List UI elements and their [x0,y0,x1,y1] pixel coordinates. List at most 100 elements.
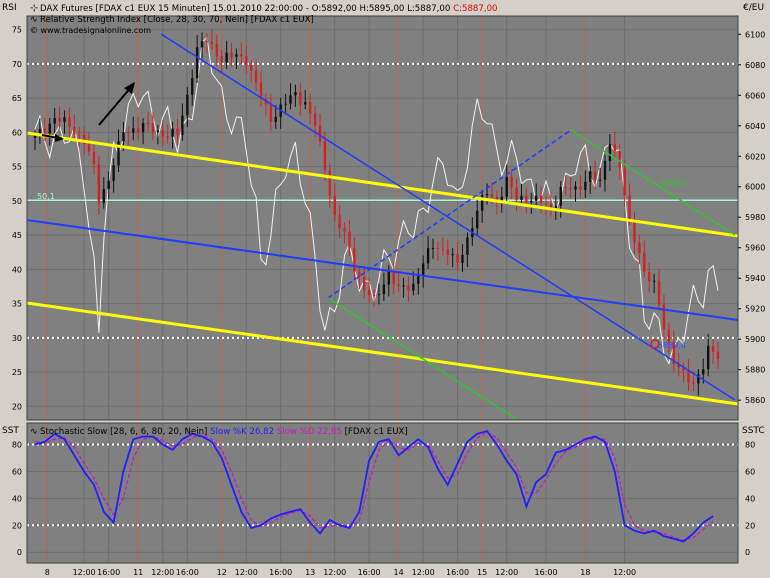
candle-body [407,285,410,291]
candle-body [304,102,307,105]
candle-body [294,92,297,96]
price-axis-title: €/EU [743,3,764,13]
candle-body [63,117,66,122]
candle-body [652,280,656,282]
candle-body [191,78,194,95]
candle-body [598,179,602,181]
x-tick-label: 11 [133,568,143,577]
x-tick-label: 16:00 [97,568,120,577]
candle-body [230,52,233,57]
candle-body [220,56,223,63]
price-label: 5889,4 [658,341,686,350]
stochastic-legend: Stochastic Slow [28, 6, 6, 80, 20, Nein]… [40,427,408,437]
price-tick-label: 6000 [745,183,765,192]
stochastic-tick-label-left: 60 [12,467,22,476]
candle-body [107,180,110,190]
close-value: C:5887,00 [453,4,497,14]
candle-body [574,186,577,190]
candle-body [569,188,572,190]
slow-d-legend: Slow %D 22,85 [277,427,342,437]
candle-body [200,41,204,48]
candle-body [530,200,533,203]
candle-body [58,118,61,122]
candle-body [451,253,454,256]
rsi-tick-label: 70 [12,60,22,69]
candle-body [539,195,543,203]
x-tick-label: 14 [394,568,404,577]
green-line-label: 5998,5 [660,179,688,188]
stochastic-tick-label-left: 20 [12,521,22,530]
price-tick-label: 5940 [745,274,765,283]
stochastic-tick-label-right: 0 [745,548,750,557]
x-tick-label: 16:00 [269,568,292,577]
candle-body [711,345,715,352]
candle-body [343,228,346,232]
candle-body [48,123,51,134]
x-tick-label: 16:00 [534,568,557,577]
rsi-tick-label: 35 [12,300,22,309]
candle-body [313,113,317,126]
x-tick-label: 12:00 [495,568,518,577]
rsi-tick-label: 60 [12,128,22,137]
x-tick-label: 16:00 [446,568,469,577]
candle-body [397,284,400,286]
candle-body [628,195,631,221]
candle-body [377,294,381,296]
x-tick-label: 12:00 [73,568,96,577]
candle-body [520,195,523,201]
candle-body [53,118,56,124]
x-tick-label: 12:00 [323,568,346,577]
candle-body [367,289,371,296]
candle-body [245,56,248,66]
x-tick-label: 16:00 [358,568,381,577]
candle-body [176,128,179,135]
candle-body [436,248,440,250]
candle-body [146,122,150,124]
price-tick-label: 6040 [745,122,765,131]
candle-body [284,103,287,105]
candle-body [92,151,96,164]
candle-body [589,171,592,182]
candle-body [466,237,469,255]
price-tick-label: 5980 [745,213,765,222]
candle-body [136,128,140,132]
cursor-icon: ⊹ [30,3,38,14]
candle-body [392,271,395,285]
x-tick-label: 12:00 [613,568,636,577]
candle-body [289,95,292,104]
candle-body [412,283,415,291]
candle-body [382,284,386,295]
candle-body [593,171,597,181]
x-tick-label: 12:00 [412,568,435,577]
candle-body [161,130,164,137]
rsi-line-icon: ∿ [30,15,38,25]
candle-body [97,163,101,204]
x-tick-label: 18 [580,568,590,577]
price-tick-label: 5920 [745,305,765,314]
chart-window: 8 12:00 16:00 11 12:00 16:00 12 12:00 16:00 13 12:… [0,0,770,578]
x-tick-label: 15 [477,568,487,577]
candle-body [323,141,327,171]
stochastic-tick-label-left: 80 [12,441,22,450]
candle-body [510,176,513,188]
candle-body [490,193,494,197]
instrument-legend: DAX Futures [FDAX c1 EUX 15 Minuten] 15.… [40,4,498,14]
slow-k-legend: Slow %K 26,82 [210,427,274,437]
candle-body [205,41,209,43]
upper-plot-area[interactable] [27,16,738,420]
candle-body [73,126,76,135]
x-tick-label: 8 [45,568,50,577]
candle-body [353,248,356,272]
candle-body [195,47,199,79]
ohlc-text: DAX Futures [FDAX c1 EUX 15 Minuten] 15.… [40,4,453,14]
candle-body [333,195,336,216]
candle-body [240,54,243,57]
chart-canvas: 8 12:00 16:00 11 12:00 16:00 12 12:00 16:00 13 12:… [2,3,765,577]
candle-body [613,143,617,152]
rsi-tick-label: 65 [12,94,22,103]
copyright-text: © www.tradesignalonline.com [30,26,151,35]
candle-body [431,248,435,250]
candle-body [112,165,115,181]
candle-body [544,202,548,204]
rsi-tick-label: 45 [12,231,22,240]
